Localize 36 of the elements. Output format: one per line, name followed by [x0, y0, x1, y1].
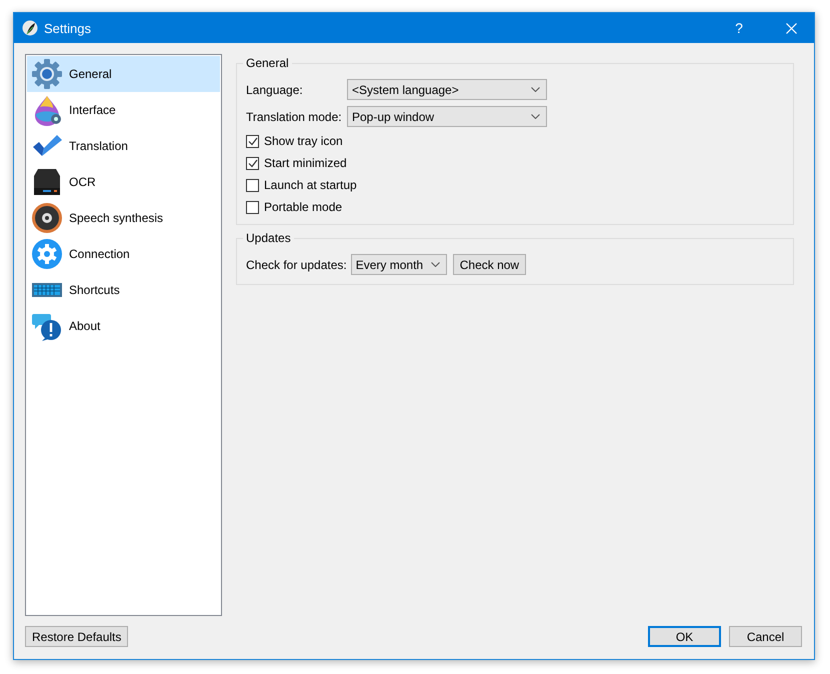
field-label: Translation mode: [246, 110, 343, 124]
checkbox-label: Portable mode [264, 200, 342, 214]
group-title: General [243, 56, 292, 70]
sidebar-item[interactable]: About [27, 308, 220, 344]
sidebar-item[interactable]: Shortcuts [27, 272, 220, 308]
gear-icon [31, 238, 63, 270]
sidebar-item[interactable]: OCR [27, 164, 220, 200]
dropdown[interactable]: Pop-up window [347, 106, 547, 127]
checkbox-label: Show tray icon [264, 134, 343, 148]
field-label: Language: [246, 82, 304, 96]
help-button[interactable]: ? [716, 20, 762, 36]
sidebar-item[interactable]: Interface [27, 92, 220, 128]
close-icon [786, 22, 796, 34]
ok-button[interactable]: OK [648, 626, 721, 647]
disc-icon [31, 202, 63, 234]
app-logo-icon [22, 20, 38, 36]
dropdown[interactable]: <System language> [347, 79, 547, 100]
field-label: Check for updates: [246, 258, 347, 272]
checkbox[interactable] [246, 178, 259, 192]
sidebar-item[interactable]: General [27, 56, 220, 92]
group-title: Updates [243, 231, 294, 245]
sidebar-item[interactable]: Connection [27, 236, 220, 272]
checkbox[interactable] [246, 134, 259, 148]
checkbox-label: Start minimized [264, 156, 347, 170]
check-now-button[interactable]: Check now [452, 254, 526, 275]
sidebar-item[interactable]: Translation [27, 128, 220, 164]
dropdown[interactable]: Every month [350, 254, 447, 275]
gear-icon [31, 58, 63, 90]
checkbox-label: Launch at startup [264, 178, 357, 192]
restore-defaults-button[interactable]: Restore Defaults [25, 626, 128, 647]
sidebar-item[interactable]: Speech synthesis [27, 200, 220, 236]
checkbox[interactable] [246, 200, 259, 214]
window-title: Settings [44, 20, 92, 36]
checkbox[interactable] [246, 156, 259, 170]
cancel-button[interactable]: Cancel [729, 626, 802, 647]
drive-icon [31, 166, 63, 198]
